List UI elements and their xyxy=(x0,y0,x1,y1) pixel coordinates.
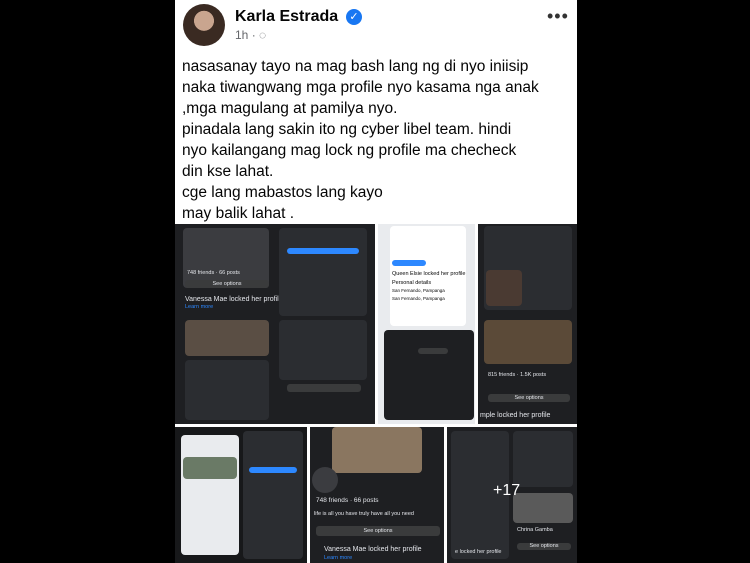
place-text: San Fernando, Pampanga xyxy=(392,296,445,301)
media-tile[interactable]: 748 friends · 66 posts See options Vanes… xyxy=(175,224,375,424)
media-tile[interactable]: 748 friends · 66 posts life is all you h… xyxy=(310,427,444,563)
post-text: nasasanay tayo na mag bash lang ng di ny… xyxy=(182,56,574,224)
screenshot-profile-card xyxy=(181,435,239,555)
screenshot-photo xyxy=(185,320,269,356)
profile-name: Chrina Gamba xyxy=(517,527,553,533)
friends-count: 748 friends · 66 posts xyxy=(187,270,240,276)
post-header: Karla Estrada ✓ 1h · ◌ ••• xyxy=(175,0,577,50)
facebook-post: Karla Estrada ✓ 1h · ◌ ••• nasasanay tay… xyxy=(175,0,577,563)
post-meta: 1h · ◌ xyxy=(235,28,266,42)
screenshot-photo xyxy=(183,457,237,479)
locked-profile-text: mple locked her profile xyxy=(480,412,551,419)
blue-button xyxy=(287,248,359,254)
personal-details-label: Personal details xyxy=(392,280,432,286)
post-line: cge lang mabastos lang kayo xyxy=(182,184,383,201)
screenshot-profile-card xyxy=(279,320,367,380)
see-options-button: See options xyxy=(488,394,570,402)
more-photos-count[interactable]: +17 xyxy=(493,482,520,500)
blue-button xyxy=(249,467,297,473)
blue-button xyxy=(392,260,426,266)
screenshot-details xyxy=(513,431,573,487)
author-avatar[interactable] xyxy=(183,4,225,46)
see-options-button: See options xyxy=(316,526,440,536)
post-line: nyo kailangang mag lock ng profile ma ch… xyxy=(182,142,517,159)
post-line: pinadala lang sakin ito ng cyber libel t… xyxy=(182,121,512,138)
learn-more-link: Learn more xyxy=(185,304,214,310)
media-tile[interactable]: Queen Elsie locked her profile Personal … xyxy=(378,224,475,424)
post-time[interactable]: 1h xyxy=(235,28,248,42)
author-name[interactable]: Karla Estrada xyxy=(235,8,338,26)
media-tile[interactable] xyxy=(175,427,307,563)
screenshot-details xyxy=(243,431,303,559)
post-line: din kse lahat. xyxy=(182,163,274,180)
media-grid: 748 friends · 66 posts See options Vanes… xyxy=(175,224,577,563)
learn-more-link: Learn more xyxy=(324,555,353,561)
locked-profile-text: e locked her profile xyxy=(455,549,502,555)
see-options-button: See options xyxy=(185,280,269,288)
bio-text: life is all you have truly have all you … xyxy=(314,511,414,517)
post-line: may balik lahat . xyxy=(182,205,294,222)
post-line: nasasanay tayo na mag bash lang ng di ny… xyxy=(182,58,529,75)
separator-dot: · xyxy=(251,28,260,42)
post-line: ,mga magulang at pamilya nyo. xyxy=(182,100,398,117)
see-options-button xyxy=(287,384,361,392)
locked-profile-text: Vanessa Mae locked her profile xyxy=(185,296,283,303)
screenshot-photo xyxy=(486,270,522,306)
friends-count: 748 friends · 66 posts xyxy=(316,497,379,504)
screenshot-profile-card xyxy=(185,360,269,420)
screenshot-profile-card xyxy=(183,228,269,288)
screenshot-photo xyxy=(513,493,573,523)
screenshot-avatar xyxy=(312,467,338,493)
globe-icon: ◌ xyxy=(259,28,267,42)
screenshot-photo xyxy=(332,427,422,473)
friends-count: 815 friends · 1.5K posts xyxy=(488,372,547,378)
locked-profile-text: Vanessa Mae locked her profile xyxy=(324,546,422,553)
verified-badge-icon: ✓ xyxy=(346,9,362,25)
media-tile[interactable]: 815 friends · 1.5K posts See options mpl… xyxy=(478,224,577,424)
post-line: naka tiwangwang mga profile nyo kasama n… xyxy=(182,79,539,96)
see-options-button xyxy=(418,348,448,354)
see-options-button: See options xyxy=(517,543,571,550)
place-text: San Fernando, Pampanga xyxy=(392,288,445,293)
locked-profile-text: Queen Elsie locked her profile xyxy=(392,271,466,277)
screenshot-details xyxy=(279,228,367,316)
screenshot-details xyxy=(384,330,474,420)
screenshot-photo xyxy=(484,320,572,364)
more-options-icon[interactable]: ••• xyxy=(547,6,569,27)
